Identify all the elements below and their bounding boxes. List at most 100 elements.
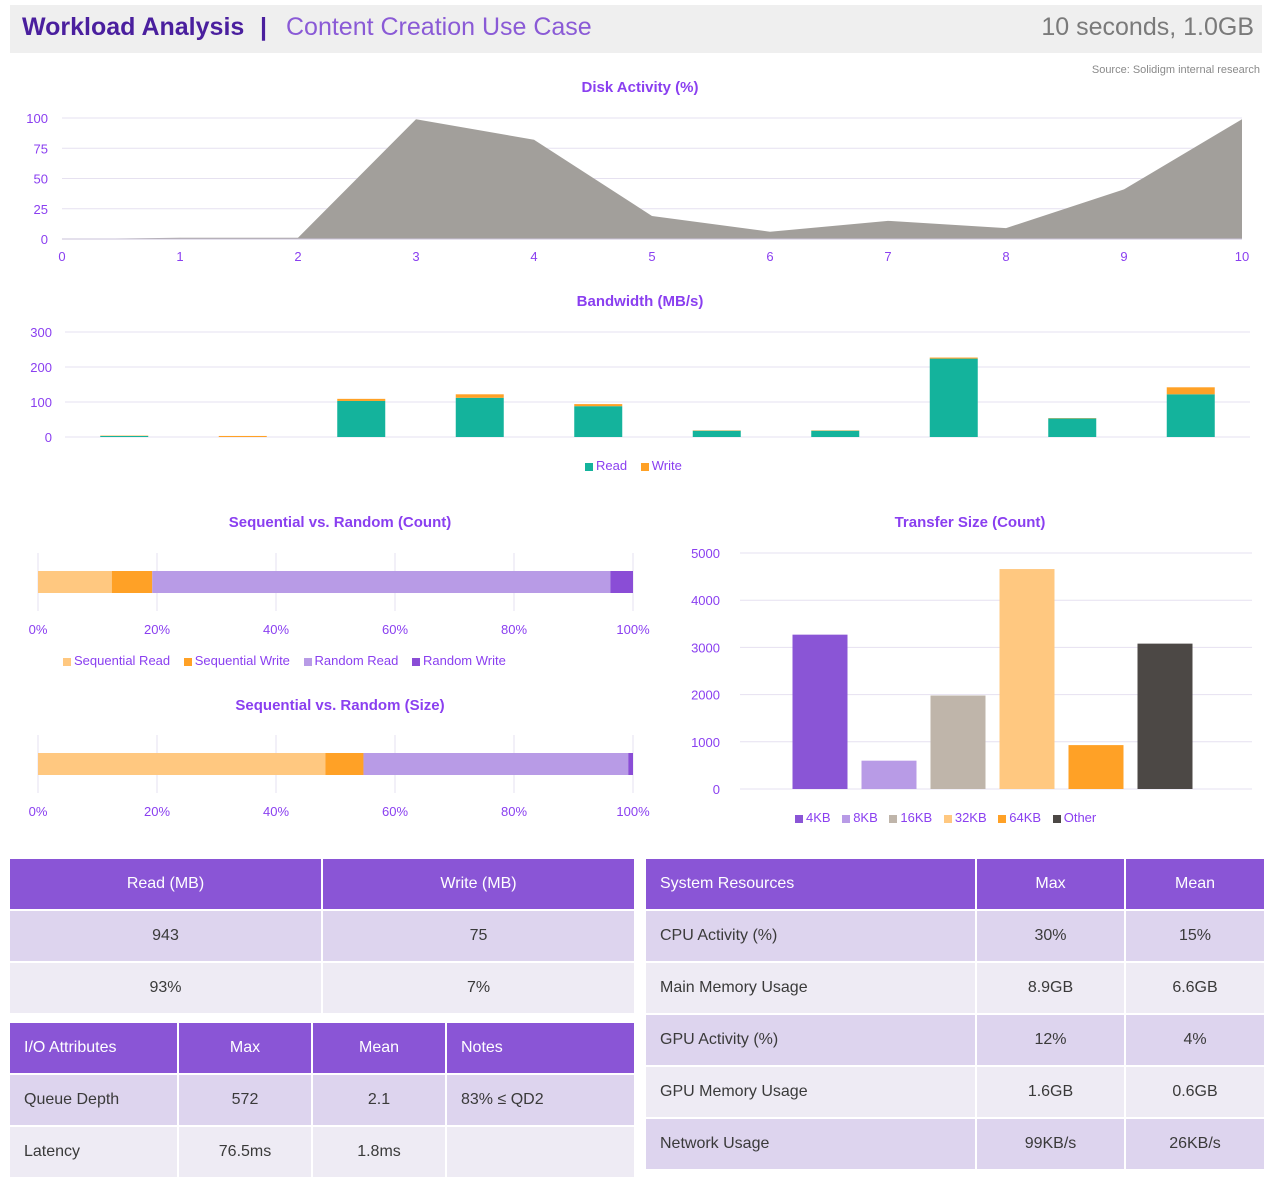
transfer-y-tick: 3000 (691, 640, 720, 655)
transfer-y-tick: 4000 (691, 593, 720, 608)
legend-rand-write-label: Random Write (423, 653, 506, 668)
io-header-mean: Mean (313, 1023, 445, 1073)
seq-size-x-tick: 100% (616, 804, 650, 819)
legend-write: Write (641, 458, 682, 473)
disk-x-tick: 8 (1002, 249, 1009, 264)
legend-32kb-swatch (944, 815, 952, 823)
legend-read-swatch (585, 463, 593, 471)
io-header-max: Max (179, 1023, 311, 1073)
table-row: Queue Depth 572 2.1 83% ≤ QD2 (10, 1075, 634, 1125)
transfer-y-tick: 1000 (691, 735, 720, 750)
seq-count-x-tick: 0% (29, 622, 48, 637)
legend-8kb: 8KB (842, 810, 878, 825)
legend-seq-read: Sequential Read (63, 653, 170, 668)
legend-4kb-swatch (795, 815, 803, 823)
seq-count-segment-random-read (152, 571, 610, 593)
table-row: Latency 76.5ms 1.8ms (10, 1127, 634, 1177)
rw-table: Read (MB) Write (MB) 943 75 93% 7% (8, 857, 636, 1015)
sys-cell: 6.6GB (1126, 963, 1264, 1013)
bandwidth-bar-read (811, 431, 859, 437)
bandwidth-bar-write (219, 436, 267, 437)
seq-size-segment-random-read (363, 753, 628, 775)
disk-x-tick: 5 (648, 249, 655, 264)
disk-y-tick: 100 (26, 111, 48, 126)
disk-x-tick: 3 (412, 249, 419, 264)
bandwidth-bar-write (1167, 387, 1215, 394)
seq-size-x-tick: 80% (501, 804, 527, 819)
rw-cell: 7% (323, 963, 634, 1013)
transfer-bar-other (1138, 644, 1193, 789)
legend-4kb-label: 4KB (806, 810, 831, 825)
bandwidth-bar-write (456, 394, 504, 398)
legend-16kb-label: 16KB (900, 810, 932, 825)
seq-count-segment-sequential-write (112, 571, 152, 593)
disk-y-tick: 25 (34, 202, 48, 217)
transfer-y-tick: 5000 (691, 546, 720, 561)
legend-write-swatch (641, 463, 649, 471)
legend-seq-read-swatch (63, 658, 71, 666)
disk-x-tick: 9 (1120, 249, 1127, 264)
charts-canvas: 025507510001234567891001002003000%20%40%… (0, 0, 1266, 850)
legend-32kb-label: 32KB (955, 810, 987, 825)
io-cell: 83% ≤ QD2 (447, 1075, 634, 1125)
seq-count-x-tick: 40% (263, 622, 289, 637)
legend-write-label: Write (652, 458, 682, 473)
table-row: GPU Activity (%) 12% 4% (646, 1015, 1264, 1065)
bandwidth-bar-read (1167, 394, 1215, 437)
disk-y-tick: 50 (34, 172, 48, 187)
seq-count-x-tick: 80% (501, 622, 527, 637)
disk-y-tick: 0 (41, 232, 48, 247)
legend-seq-write-label: Sequential Write (195, 653, 290, 668)
seq-count-x-tick: 100% (616, 622, 650, 637)
disk-x-tick: 1 (176, 249, 183, 264)
bandwidth-bar-read (574, 406, 622, 437)
table-row: Main Memory Usage 8.9GB 6.6GB (646, 963, 1264, 1013)
bandwidth-y-tick: 0 (45, 430, 52, 445)
legend-32kb: 32KB (944, 810, 987, 825)
io-cell (447, 1127, 634, 1177)
legend-rand-write-swatch (412, 658, 420, 666)
sys-cell: 26KB/s (1126, 1119, 1264, 1169)
transfer-y-tick: 2000 (691, 688, 720, 703)
seq-count-x-tick: 20% (144, 622, 170, 637)
seq-size-x-tick: 20% (144, 804, 170, 819)
io-cell: 1.8ms (313, 1127, 445, 1177)
legend-other-label: Other (1064, 810, 1097, 825)
rw-cell: 93% (10, 963, 321, 1013)
legend-16kb-swatch (889, 815, 897, 823)
io-cell: 572 (179, 1075, 311, 1125)
table-row: 943 75 (10, 911, 634, 961)
legend-8kb-swatch (842, 815, 850, 823)
sys-cell: 99KB/s (977, 1119, 1124, 1169)
legend-64kb-label: 64KB (1009, 810, 1041, 825)
legend-rand-write: Random Write (412, 653, 506, 668)
disk-x-tick: 4 (530, 249, 537, 264)
sys-cell: GPU Activity (%) (646, 1015, 975, 1065)
legend-seq-write: Sequential Write (184, 653, 290, 668)
bandwidth-y-tick: 300 (30, 325, 52, 340)
seq-size-segment-sequential-write (325, 753, 363, 775)
bandwidth-bar-read (337, 401, 385, 437)
sys-cell: 30% (977, 911, 1124, 961)
sys-cell: 15% (1126, 911, 1264, 961)
seq-size-x-tick: 0% (29, 804, 48, 819)
sys-cell: 8.9GB (977, 963, 1124, 1013)
legend-rand-read-label: Random Read (315, 653, 399, 668)
transfer-bar-32kb (1000, 569, 1055, 789)
seq-size-segment-random-write (628, 753, 633, 775)
bandwidth-bar-read (456, 398, 504, 437)
sys-cell: Main Memory Usage (646, 963, 975, 1013)
legend-seq-read-label: Sequential Read (74, 653, 170, 668)
bandwidth-y-tick: 100 (30, 395, 52, 410)
io-table: I/O Attributes Max Mean Notes Queue Dept… (8, 1021, 636, 1179)
bandwidth-bar-read (100, 436, 148, 437)
legend-64kb: 64KB (998, 810, 1041, 825)
io-cell: Queue Depth (10, 1075, 177, 1125)
disk-x-tick: 7 (884, 249, 891, 264)
transfer-bar-64kb (1069, 745, 1124, 789)
legend-other: Other (1053, 810, 1097, 825)
disk-x-tick: 2 (294, 249, 301, 264)
io-cell: 2.1 (313, 1075, 445, 1125)
seq-count-segment-sequential-read (38, 571, 112, 593)
table-row: CPU Activity (%) 30% 15% (646, 911, 1264, 961)
